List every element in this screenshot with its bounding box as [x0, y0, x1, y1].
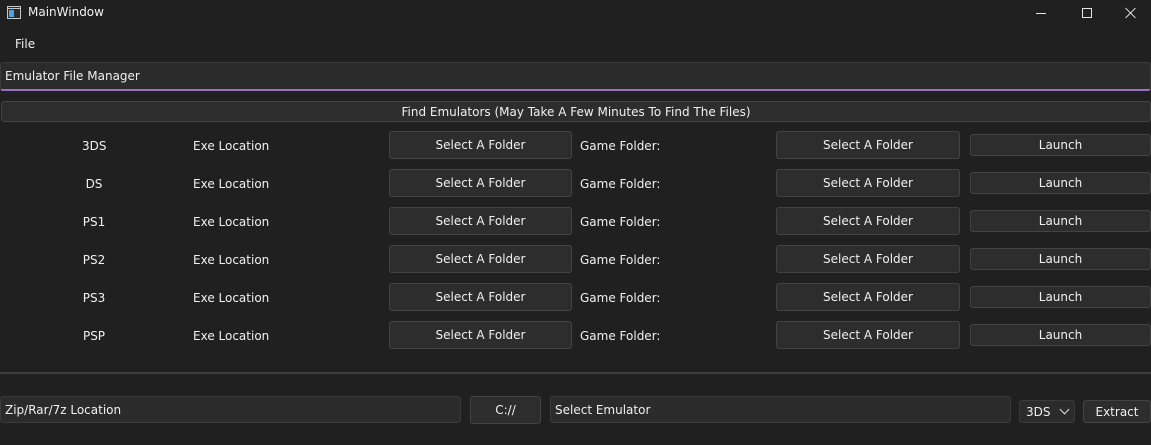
select-game-folder-button[interactable]: Select A Folder	[776, 131, 960, 159]
minimize-icon	[1036, 12, 1046, 14]
select-game-folder-button[interactable]: Select A Folder	[776, 169, 960, 197]
extract-button[interactable]: Extract	[1083, 400, 1151, 423]
emulator-dropdown-value: 3DS	[1026, 404, 1051, 419]
exe-location-label: Exe Location	[193, 139, 270, 153]
launch-button[interactable]: Launch	[970, 248, 1151, 270]
exe-location-label: Exe Location	[193, 291, 270, 305]
emulator-name-label: PS1	[82, 215, 106, 229]
select-exe-folder-button[interactable]: Select A Folder	[389, 245, 572, 273]
select-game-folder-button[interactable]: Select A Folder	[776, 283, 960, 311]
launch-button[interactable]: Launch	[970, 324, 1151, 346]
launch-button[interactable]: Launch	[970, 286, 1151, 308]
menu-file[interactable]: File	[15, 37, 35, 51]
find-emulators-button[interactable]: Find Emulators (May Take A Few Minutes T…	[1, 101, 1151, 122]
launch-button[interactable]: Launch	[970, 134, 1151, 156]
select-game-folder-button[interactable]: Select A Folder	[776, 245, 960, 273]
emulator-dropdown[interactable]: 3DS	[1019, 400, 1075, 423]
select-exe-folder-button[interactable]: Select A Folder	[389, 283, 572, 311]
minimize-button[interactable]	[1018, 0, 1064, 26]
chevron-down-icon	[1059, 404, 1070, 415]
window-title: MainWindow	[28, 5, 104, 19]
game-folder-label: Game Folder:	[580, 215, 661, 229]
emulator-name-label: 3DS	[82, 139, 107, 153]
emulator-name-label: PS2	[82, 253, 106, 267]
browse-path-button[interactable]: C://	[470, 396, 541, 424]
header-title-field[interactable]: Emulator File Manager	[0, 62, 1151, 91]
close-icon	[1125, 7, 1137, 19]
select-exe-folder-button[interactable]: Select A Folder	[389, 131, 572, 159]
emulator-name-label: DS	[85, 177, 103, 191]
section-divider	[0, 372, 1151, 374]
exe-location-label: Exe Location	[193, 253, 270, 267]
select-exe-folder-button[interactable]: Select A Folder	[389, 207, 572, 235]
emulator-name-label: PSP	[82, 329, 106, 343]
launch-button[interactable]: Launch	[970, 172, 1151, 194]
select-game-folder-button[interactable]: Select A Folder	[776, 321, 960, 349]
zip-location-field[interactable]: Zip/Rar/7z Location	[0, 396, 461, 423]
game-folder-label: Game Folder:	[580, 177, 661, 191]
maximize-button[interactable]	[1064, 0, 1110, 26]
launch-button[interactable]: Launch	[970, 210, 1151, 232]
exe-location-label: Exe Location	[193, 177, 270, 191]
close-button[interactable]	[1108, 0, 1151, 26]
app-window-icon	[7, 6, 21, 19]
select-game-folder-button[interactable]: Select A Folder	[776, 207, 960, 235]
game-folder-label: Game Folder:	[580, 329, 661, 343]
exe-location-label: Exe Location	[193, 215, 270, 229]
game-folder-label: Game Folder:	[580, 139, 661, 153]
select-exe-folder-button[interactable]: Select A Folder	[389, 169, 572, 197]
select-exe-folder-button[interactable]: Select A Folder	[389, 321, 572, 349]
maximize-icon	[1082, 8, 1092, 18]
emulator-name-label: PS3	[82, 291, 106, 305]
select-emulator-field[interactable]: Select Emulator	[550, 396, 1011, 423]
game-folder-label: Game Folder:	[580, 253, 661, 267]
game-folder-label: Game Folder:	[580, 291, 661, 305]
title-bar: MainWindow	[0, 0, 1151, 26]
exe-location-label: Exe Location	[193, 329, 270, 343]
